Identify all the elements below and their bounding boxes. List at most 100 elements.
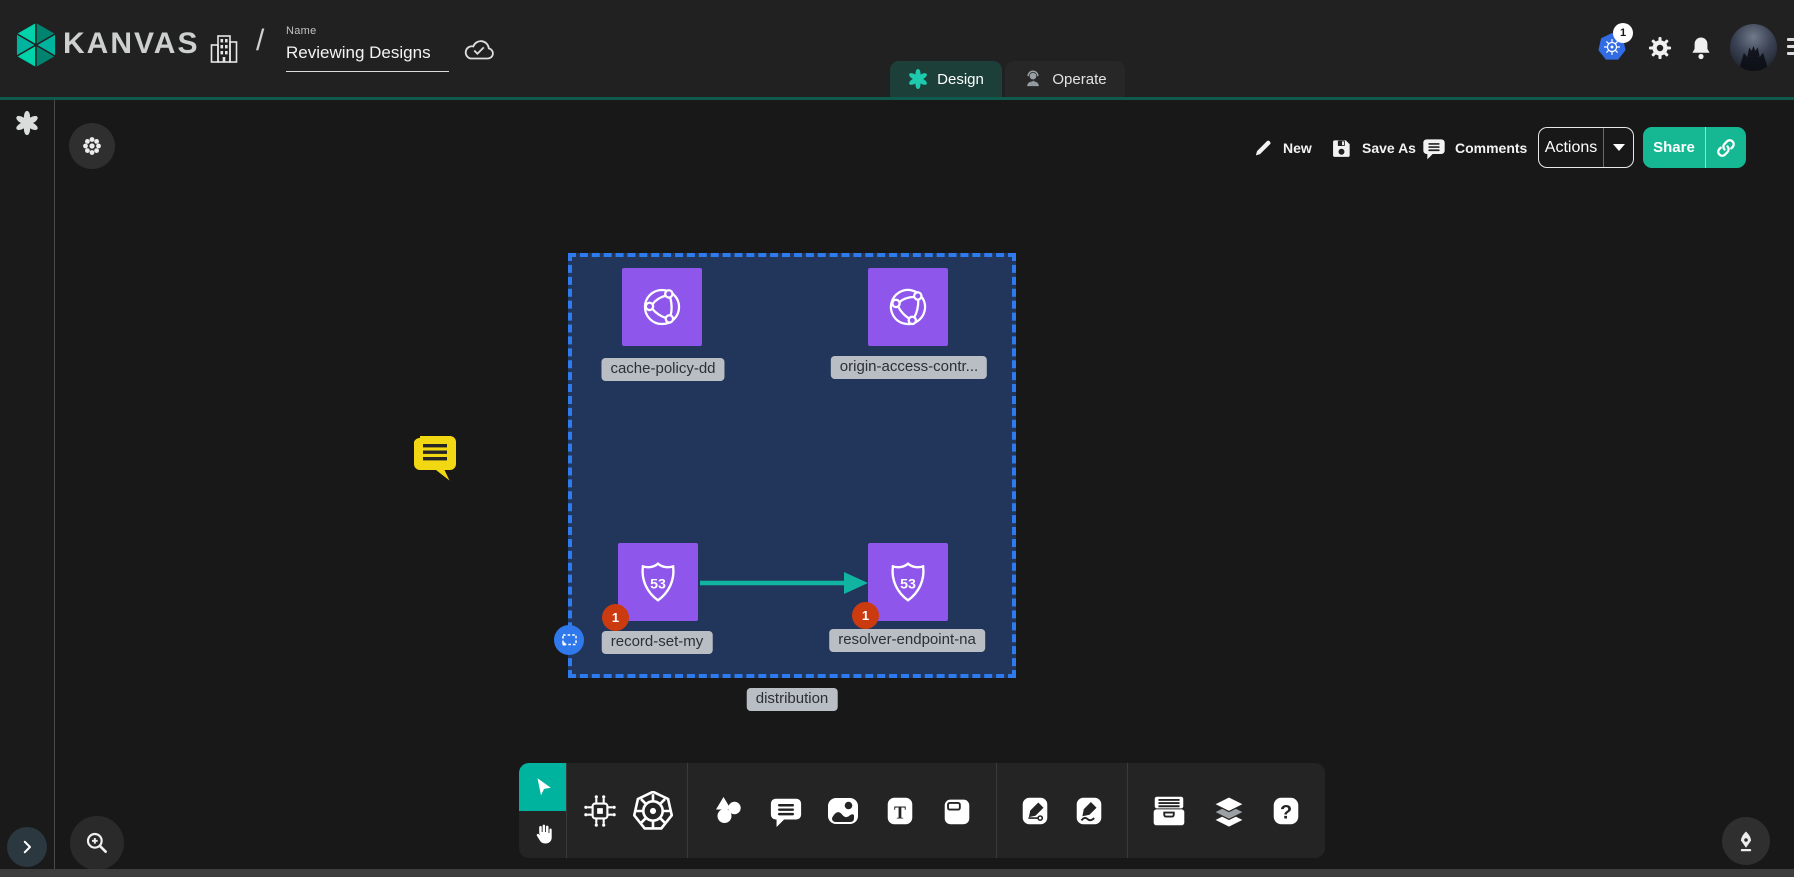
svg-text:T: T xyxy=(894,802,906,822)
node-label[interactable]: resolver-endpoint-na xyxy=(829,629,985,652)
shapes-tool-button[interactable] xyxy=(710,793,746,829)
select-tool-button[interactable] xyxy=(519,763,566,811)
breadcrumb-slash: / xyxy=(256,24,264,58)
pen-tool-button[interactable] xyxy=(1018,794,1052,828)
tab-operate-label: Operate xyxy=(1052,71,1106,88)
pen-mode-button[interactable] xyxy=(1722,817,1770,865)
dashed-rect-icon xyxy=(561,633,578,647)
gear-icon xyxy=(1647,35,1673,61)
group-label[interactable]: distribution xyxy=(747,688,838,711)
dock-group-annotations: T xyxy=(687,763,996,858)
tool-dock: T xyxy=(519,763,1325,858)
svg-text:53: 53 xyxy=(900,577,916,593)
node-cache-policy[interactable] xyxy=(622,268,702,346)
actions-dropdown-toggle[interactable] xyxy=(1604,144,1633,151)
drawer-archive-icon xyxy=(1150,792,1188,830)
actions-button[interactable]: Actions xyxy=(1538,127,1634,168)
issue-count-badge[interactable]: 1 xyxy=(602,604,629,631)
layers-tool-button[interactable] xyxy=(1210,792,1248,830)
flower-gear-icon xyxy=(81,135,103,157)
design-swirl-icon xyxy=(908,69,928,89)
magnifier-plus-icon xyxy=(84,830,110,856)
design-name-label: Name xyxy=(286,25,449,37)
text-tool-button[interactable]: T xyxy=(883,794,917,828)
share-button[interactable]: Share xyxy=(1643,127,1746,168)
dock-group-drawing xyxy=(996,763,1127,858)
comment-marker-icon[interactable] xyxy=(412,432,458,482)
kubernetes-context-count-badge: 1 xyxy=(1613,23,1633,43)
route53-shield-icon: 53 xyxy=(882,556,934,608)
cloud-sync-check-icon xyxy=(461,36,497,64)
zoom-in-button[interactable] xyxy=(70,816,124,870)
layers-icon xyxy=(1210,792,1248,830)
tab-design-label: Design xyxy=(937,71,984,88)
node-record-set[interactable]: 53 xyxy=(618,543,698,621)
help-tool-button[interactable]: ? xyxy=(1269,794,1303,828)
save-as-button[interactable]: Save As xyxy=(1330,132,1416,164)
mode-tabs: Design Operate xyxy=(890,61,1125,97)
edge-record-to-resolver[interactable] xyxy=(698,569,870,597)
organization-icon[interactable] xyxy=(208,31,240,67)
copy-link-button[interactable] xyxy=(1706,137,1746,159)
left-sidebar xyxy=(0,100,55,869)
bell-icon xyxy=(1689,35,1713,61)
hamburger-menu-icon[interactable] xyxy=(1787,38,1794,59)
dock-group-components xyxy=(566,763,687,858)
settings-button[interactable] xyxy=(1646,34,1674,62)
save-as-label: Save As xyxy=(1362,140,1416,156)
kubernetes-components-tool-button[interactable] xyxy=(633,791,673,831)
comments-icon xyxy=(1422,136,1446,160)
pencil-icon xyxy=(1252,137,1274,159)
frame-tool-button[interactable] xyxy=(940,794,974,828)
tab-operate[interactable]: Operate xyxy=(1005,61,1125,97)
comment-tool-button[interactable] xyxy=(769,794,803,828)
kanvas-app: KANVAS / Name xyxy=(0,0,1794,877)
operate-person-icon xyxy=(1023,69,1043,89)
kubernetes-helm-icon xyxy=(633,791,673,831)
text-icon: T xyxy=(883,794,917,828)
notifications-button[interactable] xyxy=(1688,34,1714,62)
cursor-arrow-icon xyxy=(532,776,554,798)
meshery-swirl-icon[interactable] xyxy=(15,111,39,135)
node-resolver-endpoint[interactable]: 53 xyxy=(868,543,948,621)
circuit-chip-icon xyxy=(581,792,619,830)
brand-wordmark: KANVAS xyxy=(63,27,199,61)
freehand-pencil-icon xyxy=(1072,794,1106,828)
svg-text:53: 53 xyxy=(650,577,666,593)
node-label[interactable]: cache-policy-dd xyxy=(601,358,724,381)
group-select-handle[interactable] xyxy=(554,625,584,655)
image-icon xyxy=(825,793,861,829)
avatar[interactable] xyxy=(1730,24,1777,71)
caret-down-icon xyxy=(1613,144,1625,151)
app-header: KANVAS / Name xyxy=(0,0,1794,100)
svg-text:?: ? xyxy=(1280,801,1292,823)
new-button[interactable]: New xyxy=(1252,132,1312,164)
floppy-disk-icon xyxy=(1330,137,1353,160)
kanvas-logo-icon[interactable] xyxy=(13,20,59,70)
design-name-input[interactable] xyxy=(286,41,449,72)
image-tool-button[interactable] xyxy=(825,793,861,829)
node-label[interactable]: origin-access-contr... xyxy=(831,356,987,379)
freehand-draw-tool-button[interactable] xyxy=(1072,794,1106,828)
mesh-components-tool-button[interactable] xyxy=(581,792,619,830)
pen-path-icon xyxy=(1018,794,1052,828)
expand-sidebar-button[interactable] xyxy=(7,827,47,867)
pan-tool-button[interactable] xyxy=(519,811,566,859)
dock-group-library: ? xyxy=(1127,763,1325,858)
kubernetes-context-button[interactable]: 1 xyxy=(1596,31,1628,63)
cloudfront-globe-icon xyxy=(878,277,939,338)
node-label[interactable]: record-set-my xyxy=(602,631,713,654)
dock-select-column xyxy=(519,763,566,858)
canvas-quick-menu-button[interactable] xyxy=(69,123,115,169)
shapes-icon xyxy=(710,793,746,829)
design-name-field: Name xyxy=(286,25,449,72)
tab-design[interactable]: Design xyxy=(890,61,1002,97)
avatar-silhouette xyxy=(1730,24,1777,71)
comments-button[interactable]: Comments xyxy=(1422,132,1527,164)
drawer-tool-button[interactable] xyxy=(1150,792,1188,830)
comments-label: Comments xyxy=(1455,140,1527,156)
issue-count-badge[interactable]: 1 xyxy=(852,602,879,629)
node-origin-access-control[interactable] xyxy=(868,268,948,346)
chevron-right-icon xyxy=(18,838,36,856)
cloudfront-globe-icon xyxy=(637,282,687,332)
